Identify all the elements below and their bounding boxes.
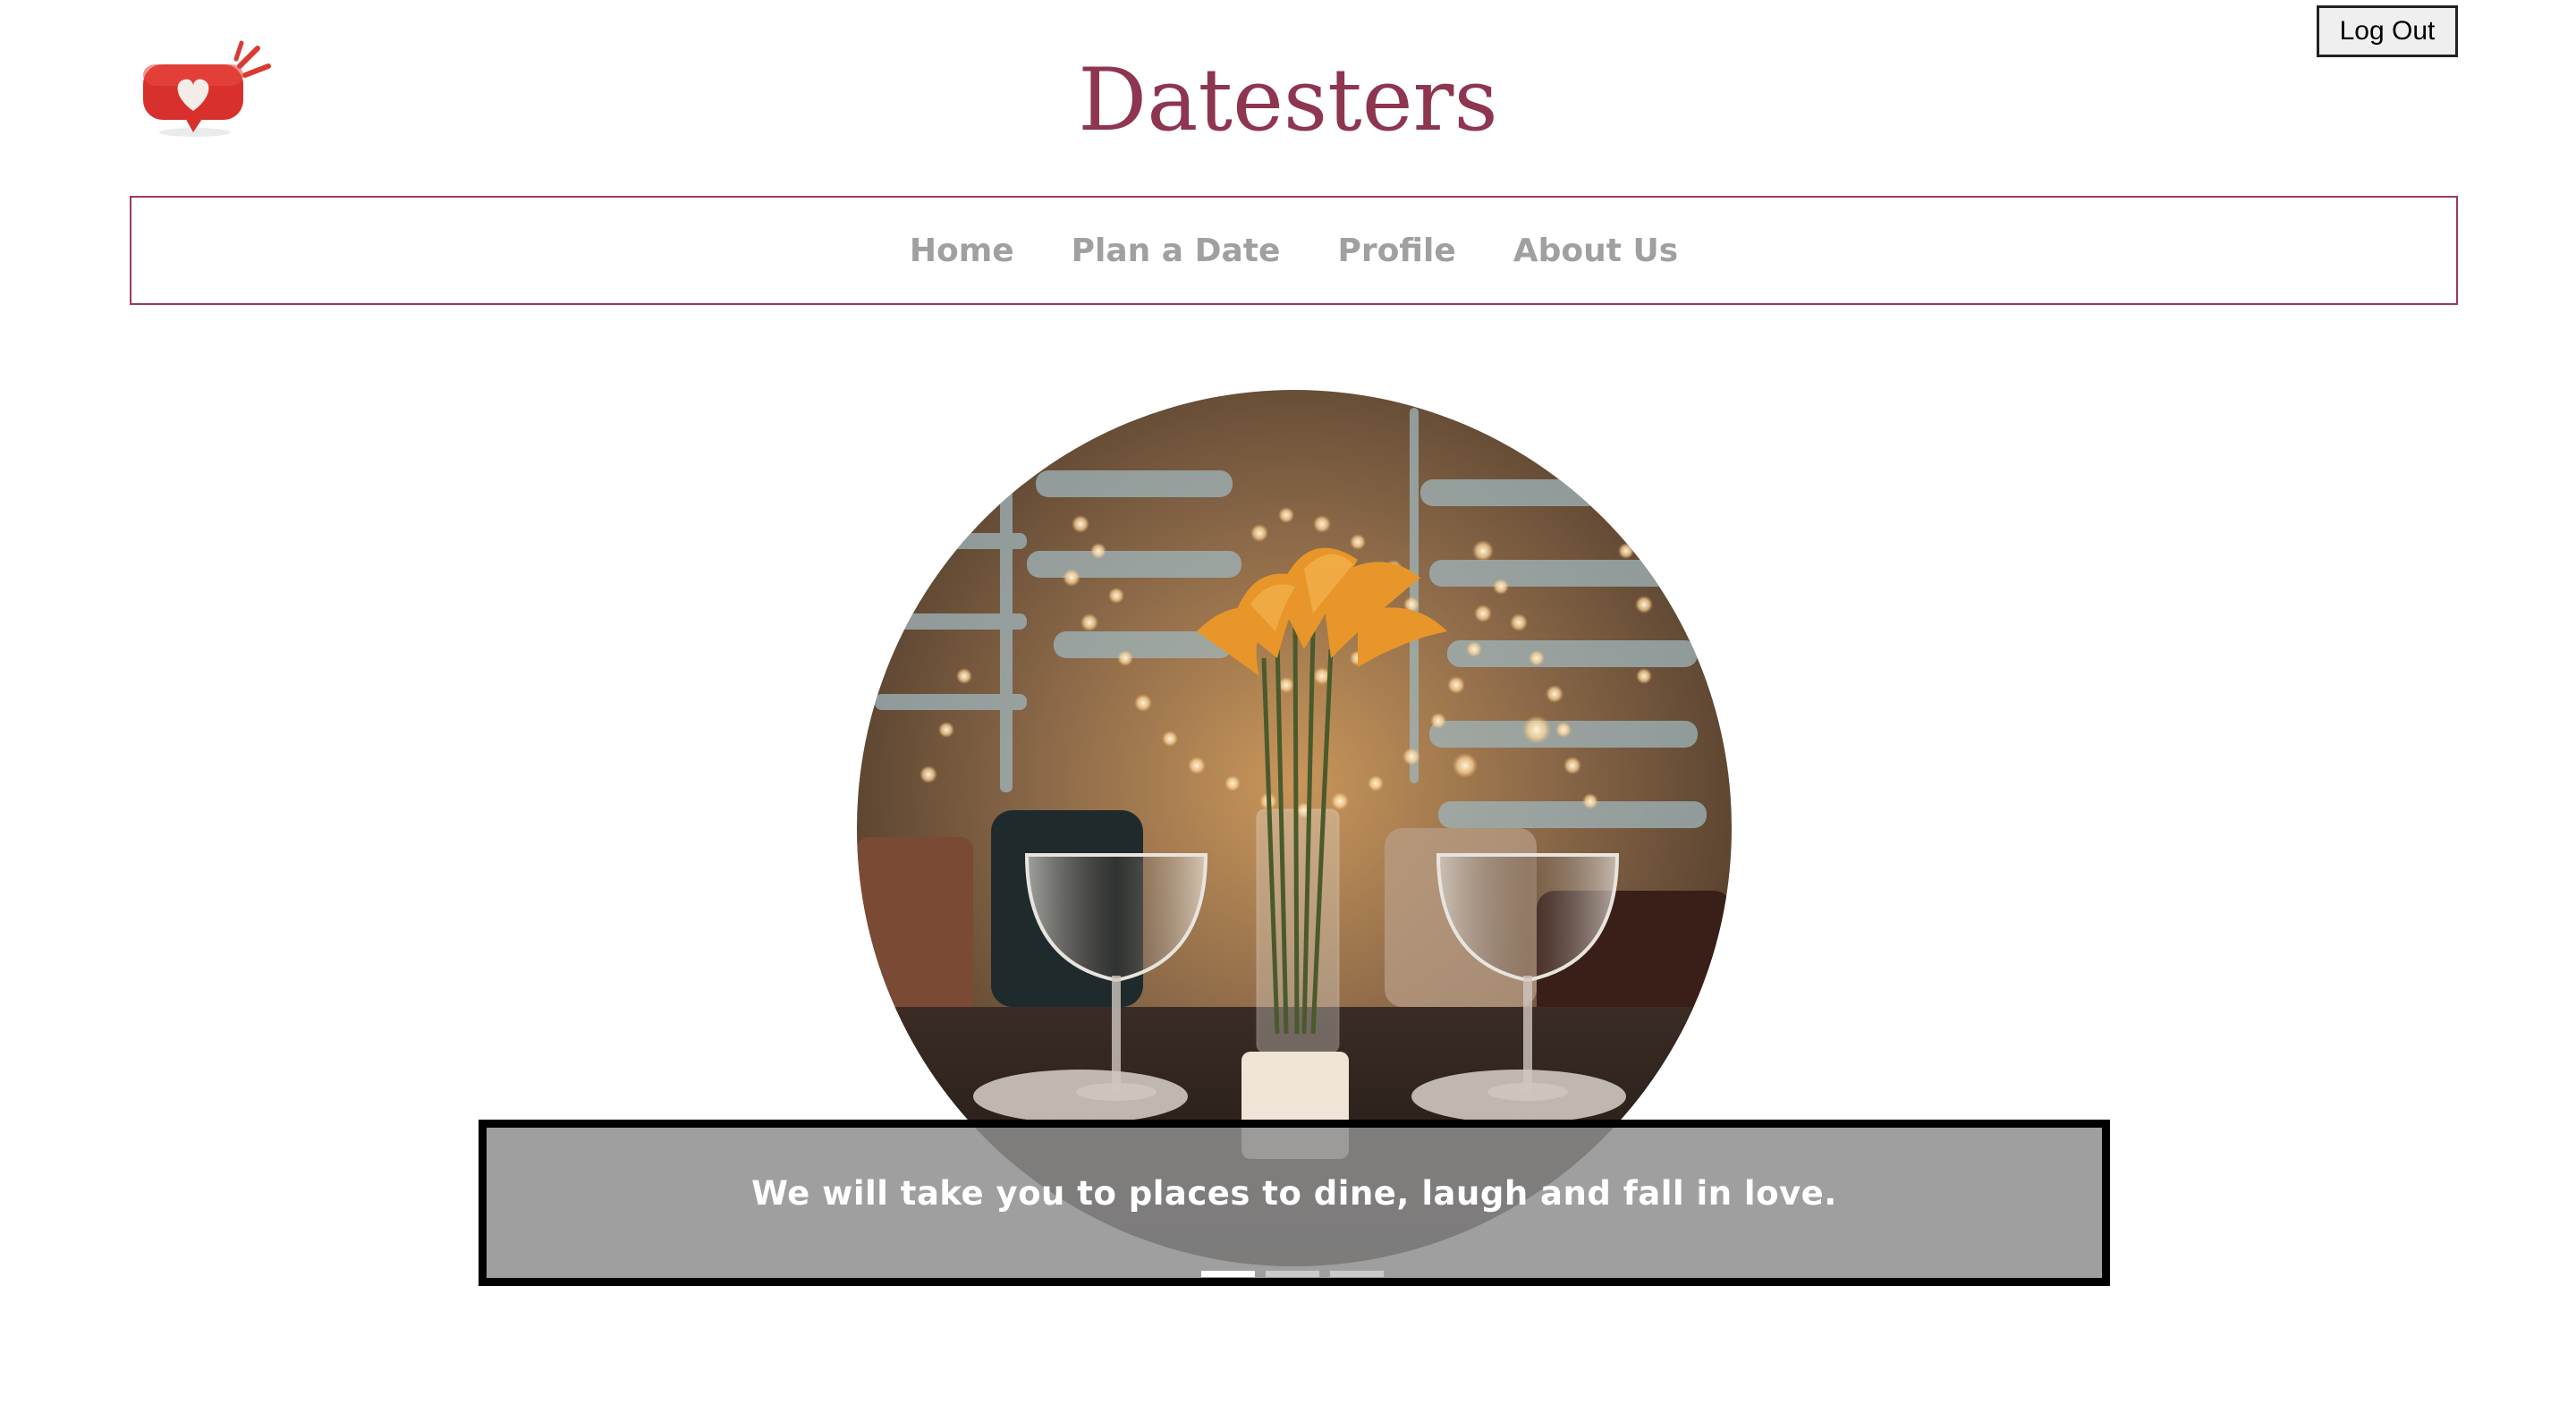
carousel-indicator-2[interactable] (1266, 1271, 1319, 1277)
caption-text: We will take you to places to dine, laug… (751, 1173, 1837, 1213)
nav-profile[interactable]: Profile (1337, 233, 1455, 269)
site-title: Datesters (1078, 50, 1498, 150)
nav-plan-a-date[interactable]: Plan a Date (1072, 233, 1281, 269)
logout-button[interactable]: Log Out (2317, 5, 2458, 57)
nav-home[interactable]: Home (910, 233, 1014, 269)
main-nav: Home Plan a Date Profile About Us (130, 196, 2458, 305)
carousel-indicator-1[interactable] (1201, 1271, 1255, 1277)
nav-about-us[interactable]: About Us (1513, 233, 1678, 269)
carousel-indicators (1201, 1271, 1384, 1277)
carousel-caption: We will take you to places to dine, laug… (479, 1120, 2110, 1286)
carousel-indicator-3[interactable] (1330, 1271, 1384, 1277)
